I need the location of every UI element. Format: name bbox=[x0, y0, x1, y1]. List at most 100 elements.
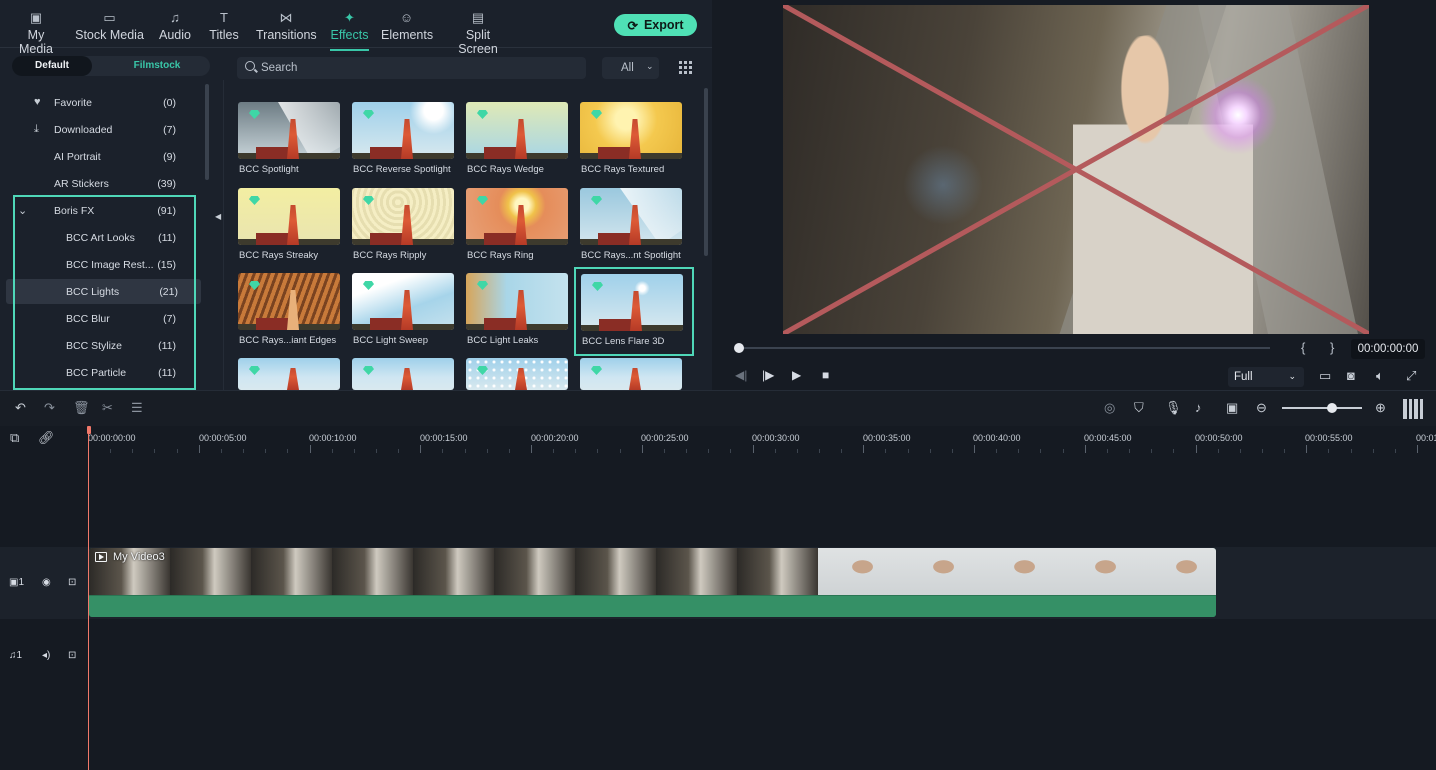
category-bcc-image-restoration[interactable]: BCC Image Rest... (15) bbox=[0, 252, 200, 277]
segment-filmstock[interactable]: Filmstock bbox=[104, 56, 210, 76]
chevron-down-icon[interactable]: ⌄ bbox=[18, 204, 27, 217]
tab-stock-media[interactable]: ▭ Stock Media bbox=[75, 8, 144, 42]
monitor-icon[interactable]: ▭ bbox=[1319, 368, 1331, 384]
microphone-icon[interactable]: 🎙︎ bbox=[1165, 400, 1182, 416]
tab-split-screen[interactable]: ▤ Split Screen bbox=[445, 8, 511, 56]
volume-icon[interactable]: 🔈︎ bbox=[1376, 368, 1384, 384]
ruler-minor-tick bbox=[796, 449, 798, 453]
ruler-minor-tick bbox=[508, 449, 510, 453]
ruler-minor-tick bbox=[442, 449, 444, 453]
speaker-icon[interactable]: ◂) bbox=[42, 650, 50, 661]
effects-search-input[interactable]: Search bbox=[237, 57, 586, 79]
video-clip[interactable]: My Video3 bbox=[89, 548, 1216, 617]
tab-effects[interactable]: ✦ Effects bbox=[330, 8, 369, 51]
effects-filter-dropdown[interactable]: All ⌄ bbox=[602, 57, 659, 79]
tab-my-media[interactable]: ▣ My Media bbox=[9, 8, 63, 56]
tab-elements[interactable]: ☺ Elements bbox=[381, 8, 433, 42]
effect-thumb[interactable]: BCC Rays Streaky bbox=[238, 188, 340, 261]
effect-thumb[interactable] bbox=[352, 358, 454, 390]
play-frame-icon[interactable]: |▶ bbox=[762, 368, 774, 382]
effect-name: BCC Rays Textured bbox=[581, 164, 665, 175]
export-button[interactable]: ⟳ Export bbox=[614, 14, 697, 36]
effect-thumb[interactable] bbox=[238, 358, 340, 390]
redo-icon[interactable]: ↷ bbox=[44, 400, 55, 416]
effect-thumb[interactable]: BCC Rays...nt Spotlight bbox=[580, 188, 682, 261]
category-scrollbar[interactable] bbox=[205, 84, 209, 180]
chevron-down-icon: ⌄ bbox=[646, 61, 654, 71]
delete-icon[interactable]: 🗑︎ bbox=[73, 400, 90, 416]
collapse-panel-arrow-icon[interactable]: ◀ bbox=[215, 212, 221, 221]
playhead[interactable] bbox=[88, 426, 89, 770]
shield-icon[interactable]: ⛉ bbox=[1134, 400, 1144, 416]
timeline-ruler[interactable]: 00:00:00:00 00:00:05:00 00:00:10:00 00:0… bbox=[88, 426, 1436, 456]
caption-icon[interactable]: ▣ bbox=[1226, 400, 1238, 416]
ruler-minor-tick bbox=[686, 449, 688, 453]
effect-thumb[interactable] bbox=[580, 358, 682, 390]
zoom-slider[interactable] bbox=[1282, 407, 1362, 409]
zoom-in-icon[interactable]: ⊕ bbox=[1375, 400, 1386, 416]
effects-scrollbar[interactable] bbox=[704, 88, 708, 256]
category-bcc-blur[interactable]: BCC Blur (7) bbox=[0, 306, 200, 331]
tab-audio[interactable]: ♫ Audio bbox=[159, 8, 191, 42]
stop-icon[interactable]: ■ bbox=[822, 368, 829, 382]
zoom-out-icon[interactable]: ⊖ bbox=[1256, 400, 1267, 416]
category-boris-fx[interactable]: ⌄ Boris FX (91) bbox=[0, 198, 200, 223]
category-bcc-art-looks[interactable]: BCC Art Looks (11) bbox=[0, 225, 200, 250]
effect-thumb[interactable]: BCC Rays...iant Edges bbox=[238, 273, 340, 346]
category-bcc-stylize[interactable]: BCC Stylize (11) bbox=[0, 333, 200, 358]
render-icon[interactable]: ◎ bbox=[1104, 400, 1115, 416]
tab-titles[interactable]: T Titles bbox=[208, 8, 240, 42]
ruler-label: 00:01 bbox=[1416, 433, 1436, 443]
effect-thumb-selected[interactable]: BCC Lens Flare 3D bbox=[574, 267, 694, 356]
add-track-icon[interactable]: ⧉ bbox=[10, 430, 19, 446]
camera-icon[interactable]: ◙ bbox=[1347, 368, 1355, 383]
effect-thumb[interactable]: BCC Light Sweep bbox=[352, 273, 454, 346]
mark-out-button[interactable]: } bbox=[1330, 340, 1334, 355]
ruler-minor-tick bbox=[708, 449, 710, 453]
category-label: AI Portrait bbox=[54, 151, 101, 163]
tab-transitions[interactable]: ⋈ Transitions bbox=[256, 8, 317, 42]
category-count: (39) bbox=[157, 178, 176, 190]
effect-thumb[interactable]: BCC Rays Wedge bbox=[466, 102, 568, 175]
step-back-icon[interactable]: ◀| bbox=[735, 368, 747, 382]
category-ar-stickers[interactable]: AR Stickers (39) bbox=[0, 171, 200, 196]
effect-thumb[interactable]: BCC Spotlight bbox=[238, 102, 340, 175]
audio-mix-icon[interactable]: ♪ bbox=[1195, 400, 1202, 415]
grid-view-icon[interactable] bbox=[679, 61, 692, 74]
effect-preview-image bbox=[466, 358, 568, 390]
category-favorite[interactable]: ♥ Favorite (0) bbox=[0, 90, 200, 115]
preview-quality-dropdown[interactable]: Full ⌄ bbox=[1228, 367, 1304, 387]
fullscreen-icon[interactable]: ⤢ bbox=[1406, 368, 1416, 384]
segment-default[interactable]: Default bbox=[12, 56, 92, 76]
mark-in-button[interactable]: { bbox=[1301, 340, 1305, 355]
effect-thumb[interactable]: BCC Rays Ring bbox=[466, 188, 568, 261]
category-bcc-particle[interactable]: BCC Particle (11) bbox=[0, 360, 200, 385]
zoom-slider-knob[interactable] bbox=[1327, 403, 1337, 413]
lock-icon[interactable]: ⊡ bbox=[68, 577, 76, 588]
scissors-icon[interactable]: ✂ bbox=[102, 400, 113, 416]
effect-thumb[interactable]: BCC Rays Textured bbox=[580, 102, 682, 175]
effect-thumb[interactable]: BCC Light Leaks bbox=[466, 273, 568, 346]
link-icon[interactable]: 🔗︎ bbox=[38, 430, 55, 446]
adjust-icon[interactable]: ☰ bbox=[131, 400, 143, 416]
effect-thumb[interactable]: BCC Rays Ripply bbox=[352, 188, 454, 261]
category-bcc-lights[interactable]: BCC Lights (21) bbox=[6, 279, 201, 304]
play-icon[interactable]: ▶ bbox=[792, 368, 801, 382]
effect-thumb[interactable]: BCC Reverse Spotlight bbox=[352, 102, 454, 175]
playhead-handle[interactable] bbox=[87, 426, 91, 434]
playback-progress-knob[interactable] bbox=[734, 343, 744, 353]
category-ai-portrait[interactable]: AI Portrait (9) bbox=[0, 144, 200, 169]
ruler-minor-tick bbox=[331, 449, 333, 453]
track-view-icon[interactable] bbox=[1403, 399, 1423, 419]
category-label: BCC Stylize bbox=[66, 340, 123, 352]
playback-progress-track[interactable] bbox=[740, 347, 1270, 349]
lock-icon[interactable]: ⊡ bbox=[68, 650, 76, 661]
preview-timecode: 00:00:00:00 bbox=[1351, 339, 1425, 359]
eye-icon[interactable]: ◉ bbox=[42, 577, 51, 588]
panel-divider[interactable] bbox=[223, 80, 224, 390]
category-downloaded[interactable]: ⤓ Downloaded (7) bbox=[0, 117, 200, 142]
ruler-minor-tick bbox=[1018, 449, 1020, 453]
effect-thumb[interactable] bbox=[466, 358, 568, 390]
quality-value: Full bbox=[1234, 371, 1253, 383]
undo-icon[interactable]: ↶ bbox=[15, 400, 26, 416]
